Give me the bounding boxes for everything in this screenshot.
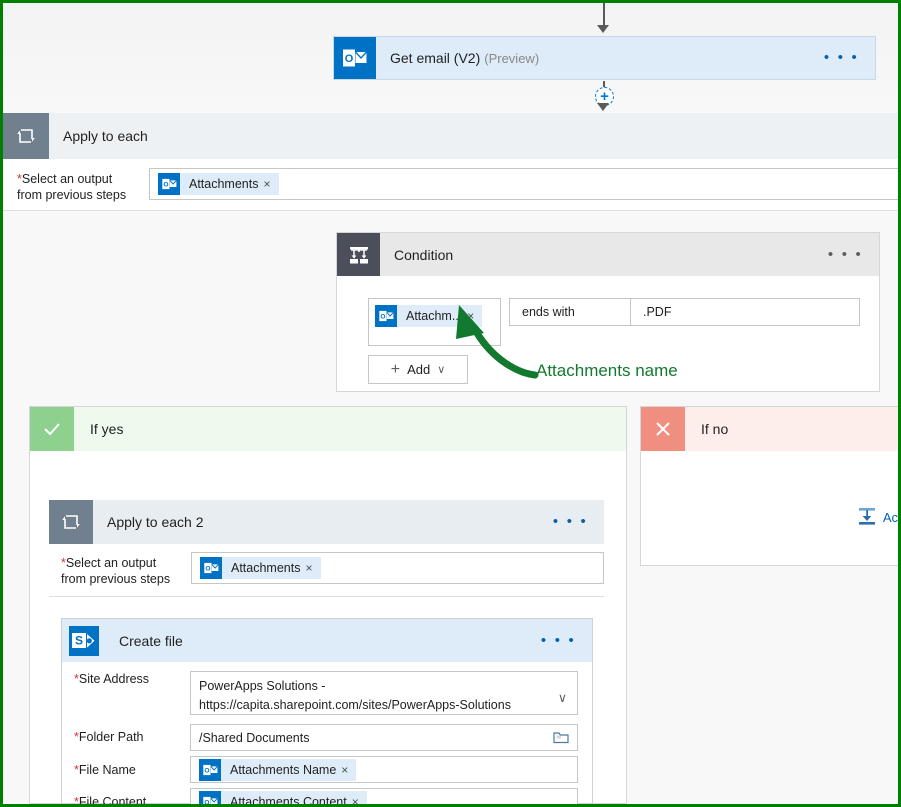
loop-icon: [49, 500, 93, 544]
svg-text:O: O: [163, 181, 168, 188]
file-name-input[interactable]: O Attachments Name ×: [190, 756, 578, 783]
token-attachments-name[interactable]: O Attachm... ×: [375, 305, 483, 327]
if-yes-header: If yes: [30, 407, 626, 451]
apply-to-each-output-label: *Select an output from previous steps: [17, 172, 127, 202]
if-no-title: If no: [701, 421, 729, 437]
chevron-down-icon[interactable]: ∨: [437, 363, 445, 376]
field-file-name: *File Name O Attachments Name ×: [62, 756, 594, 783]
cross-icon: [641, 407, 685, 451]
svg-text:O: O: [380, 313, 385, 320]
token-attachments-name[interactable]: O Attachments Name ×: [199, 758, 357, 781]
get-email-preview-tag: (Preview): [484, 50, 540, 66]
get-email-title: Get email (V2): [390, 50, 481, 66]
token-label: Attachments: [189, 177, 259, 191]
create-file-title: Create file: [119, 632, 183, 649]
if-no-add-action-button[interactable]: Ac: [856, 505, 898, 530]
site-address-value: PowerApps Solutions - https://capita.sha…: [199, 679, 511, 712]
condition-header: Condition • • •: [337, 233, 879, 276]
annotation-label: Attachments name: [536, 361, 678, 380]
field-folder-path: *Folder Path /Shared Documents: [62, 724, 594, 751]
token-attachments[interactable]: O Attachments ×: [158, 173, 279, 195]
apply-to-each-2-menu-button[interactable]: • • •: [553, 514, 604, 529]
token-label: Attachm...: [406, 309, 463, 323]
plus-icon: +: [390, 360, 401, 378]
folder-icon[interactable]: [553, 730, 569, 747]
file-content-input[interactable]: O Attachments Content ×: [190, 788, 578, 804]
field-label-file-name: *File Name: [74, 763, 136, 777]
apply-to-each-body: *Select an output from previous steps O …: [3, 159, 898, 211]
if-no-add-action-label: Ac: [882, 510, 898, 525]
connector-arrowhead-bottom: [597, 103, 609, 111]
condition-title: Condition: [394, 246, 454, 263]
token-label: Attachments Content: [230, 794, 347, 805]
if-yes-title: If yes: [90, 421, 124, 437]
close-icon[interactable]: ×: [263, 177, 278, 191]
token-label: Attachments Name: [230, 762, 337, 777]
svg-text:O: O: [204, 799, 209, 804]
flow-canvas: O Get email (V2) (Preview) • • • + Apply…: [3, 3, 898, 804]
loop-icon: [3, 113, 49, 159]
field-file-content: *File Content O Attachments Content ×: [62, 788, 594, 804]
apply-to-each-2-body: *Select an output from previous steps O …: [49, 544, 604, 597]
site-address-dropdown[interactable]: PowerApps Solutions - https://capita.sha…: [190, 671, 578, 715]
connector-line-top: [603, 3, 605, 27]
get-email-header: O Get email (V2) (Preview) • • •: [334, 37, 875, 79]
folder-path-value: /Shared Documents: [199, 730, 310, 745]
condition-value-text: .PDF: [643, 305, 672, 319]
get-email-menu-button[interactable]: • • •: [824, 50, 875, 65]
field-site-address: *Site Address PowerApps Solutions - http…: [62, 671, 594, 715]
condition-add-button[interactable]: + Add ∨: [368, 355, 468, 384]
add-action-icon: [856, 505, 878, 530]
scope-apply-to-each-2[interactable]: Apply to each 2 • • •: [49, 500, 604, 544]
outlook-icon: O: [199, 758, 221, 781]
close-icon[interactable]: ×: [341, 763, 356, 777]
apply-to-each-output-input[interactable]: O Attachments ×: [149, 168, 898, 200]
field-label-file-content: *File Content: [74, 795, 147, 804]
create-file-menu-button[interactable]: • • •: [541, 633, 592, 648]
apply-to-each-title: Apply to each: [63, 128, 148, 144]
close-icon[interactable]: ×: [305, 561, 320, 575]
chevron-down-icon[interactable]: ∨: [558, 689, 567, 708]
connector-arrowhead-top: [597, 25, 609, 33]
close-icon[interactable]: ×: [467, 309, 482, 323]
apply-to-each-2-title: Apply to each 2: [107, 514, 204, 530]
token-attachments[interactable]: O Attachments ×: [200, 557, 321, 579]
folder-path-input[interactable]: /Shared Documents: [190, 724, 578, 751]
apply-to-each-2-output-input[interactable]: O Attachments ×: [191, 552, 604, 584]
svg-text:S: S: [74, 633, 82, 647]
if-no-header: If no: [641, 407, 898, 451]
outlook-icon: O: [334, 37, 376, 79]
apply-to-each-2-output-label: *Select an output from previous steps: [61, 556, 171, 586]
condition-value-input[interactable]: .PDF: [630, 298, 860, 326]
outlook-icon: O: [199, 790, 221, 804]
checkmark-icon: [30, 407, 74, 451]
condition-left-operand[interactable]: O Attachm... ×: [375, 305, 483, 327]
field-label-site-address: *Site Address: [74, 672, 150, 686]
outlook-icon: O: [200, 557, 222, 579]
token-attachments-content[interactable]: O Attachments Content ×: [199, 790, 367, 805]
action-card-get-email[interactable]: O Get email (V2) (Preview) • • •: [333, 36, 876, 80]
svg-text:O: O: [205, 565, 210, 572]
scope-apply-to-each[interactable]: Apply to each: [3, 113, 898, 159]
apply-to-each-header: Apply to each: [3, 113, 898, 159]
sharepoint-icon: S: [62, 619, 105, 662]
condition-add-label: Add: [407, 362, 431, 377]
action-card-create-file[interactable]: S Create file • • • *Site Address PowerA…: [61, 618, 593, 804]
token-label: Attachments: [231, 561, 301, 575]
condition-operator-value: ends with: [522, 305, 575, 319]
trigger-band: O Get email (V2) (Preview) • • • +: [3, 3, 898, 111]
create-file-header: S Create file • • •: [62, 619, 592, 662]
condition-menu-button[interactable]: • • •: [828, 247, 879, 262]
outlook-icon: O: [158, 173, 180, 195]
condition-icon: [337, 233, 380, 276]
close-icon[interactable]: ×: [352, 795, 367, 805]
branch-if-no: If no Ac: [640, 406, 898, 566]
svg-text:O: O: [345, 53, 354, 65]
outlook-icon: O: [375, 305, 397, 327]
svg-text:O: O: [204, 767, 209, 774]
field-label-folder-path: *Folder Path: [74, 730, 144, 744]
